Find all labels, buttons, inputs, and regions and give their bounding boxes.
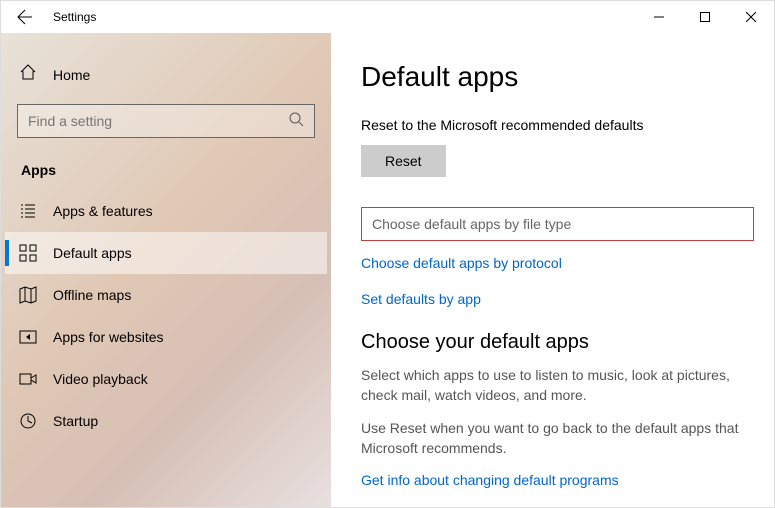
window-body: Home Apps Apps & features Default apps O…: [1, 33, 774, 507]
page-title: Default apps: [361, 61, 754, 93]
choose-section-title: Choose your default apps: [361, 331, 754, 354]
list-icon: [19, 202, 37, 220]
video-icon: [19, 370, 37, 388]
map-icon: [19, 286, 37, 304]
sidebar-item-startup[interactable]: Startup: [5, 400, 327, 442]
search-input[interactable]: [28, 113, 288, 129]
sidebar-section-header: Apps: [5, 156, 327, 190]
link-byapp[interactable]: Set defaults by app: [361, 291, 754, 307]
sidebar-item-label: Apps for websites: [53, 329, 164, 345]
minimize-button[interactable]: [636, 1, 682, 33]
link-protocol[interactable]: Choose default apps by protocol: [361, 255, 754, 271]
choose-description-1: Select which apps to use to listen to mu…: [361, 366, 754, 405]
sidebar-item-default-apps[interactable]: Default apps: [5, 232, 327, 274]
sidebar-item-apps-websites[interactable]: Apps for websites: [5, 316, 327, 358]
sidebar-item-label: Default apps: [53, 245, 132, 261]
apps-icon: [19, 244, 37, 262]
close-button[interactable]: [728, 1, 774, 33]
sidebar-item-video-playback[interactable]: Video playback: [5, 358, 327, 400]
sidebar-item-label: Video playback: [53, 371, 148, 387]
sidebar: Home Apps Apps & features Default apps O…: [1, 33, 331, 507]
sidebar-home[interactable]: Home: [5, 53, 327, 96]
titlebar: Settings: [1, 1, 774, 33]
search-box[interactable]: [17, 104, 315, 138]
window-title: Settings: [53, 10, 96, 24]
sidebar-item-label: Offline maps: [53, 287, 131, 303]
link-filetype[interactable]: Choose default apps by file type: [361, 207, 754, 241]
reset-description: Reset to the Microsoft recommended defau…: [361, 117, 754, 133]
startup-icon: [19, 412, 37, 430]
sidebar-item-apps-features[interactable]: Apps & features: [5, 190, 327, 232]
link-info[interactable]: Get info about changing default programs: [361, 472, 754, 488]
back-button[interactable]: [9, 1, 41, 33]
window-controls: [636, 1, 774, 33]
website-icon: [19, 328, 37, 346]
sidebar-item-offline-maps[interactable]: Offline maps: [5, 274, 327, 316]
choose-description-2: Use Reset when you want to go back to th…: [361, 419, 754, 458]
arrow-left-icon: [17, 9, 33, 25]
home-icon: [19, 63, 37, 86]
sidebar-item-label: Startup: [53, 413, 98, 429]
sidebar-item-label: Apps & features: [53, 203, 153, 219]
settings-window: Settings Home Apps Apps & features: [0, 0, 775, 508]
reset-button[interactable]: Reset: [361, 145, 446, 177]
maximize-button[interactable]: [682, 1, 728, 33]
sidebar-home-label: Home: [53, 67, 90, 83]
search-icon: [288, 111, 304, 132]
main-content: Default apps Reset to the Microsoft reco…: [331, 33, 774, 507]
